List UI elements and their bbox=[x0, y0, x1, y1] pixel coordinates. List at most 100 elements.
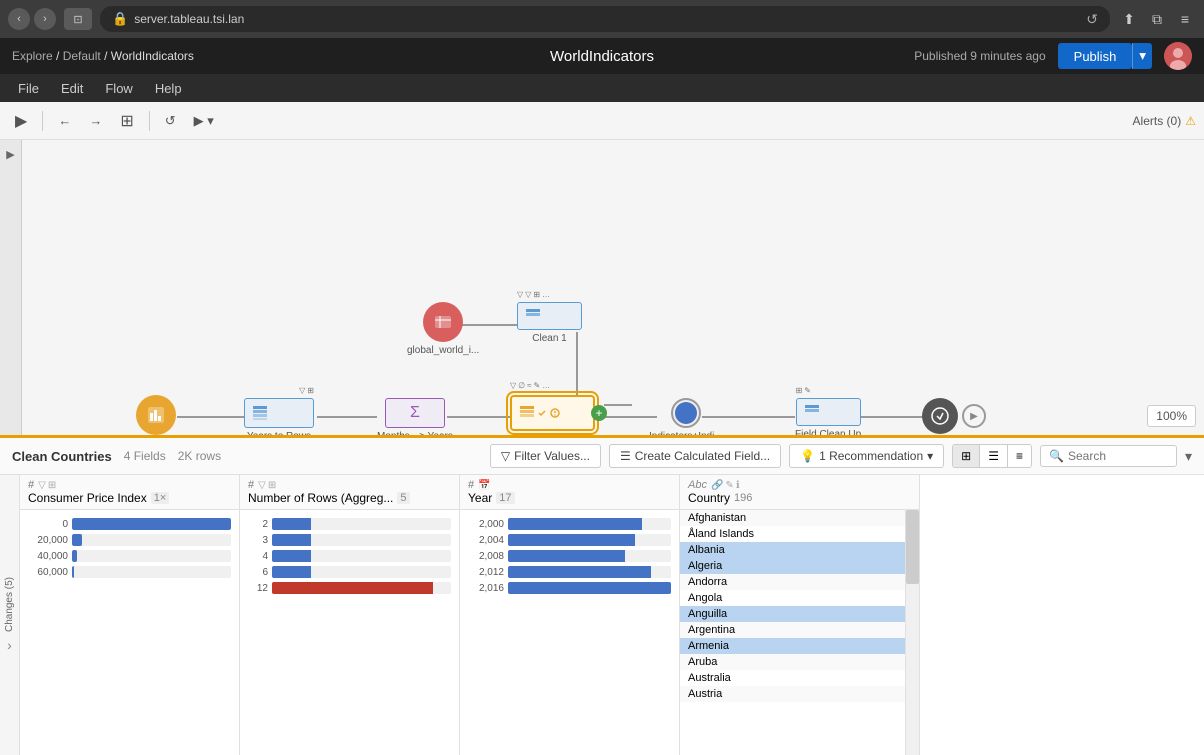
node-field-clean-label: Field Clean Up bbox=[795, 429, 861, 435]
node-clean-1[interactable]: ▽▽⊞… Clean 1 bbox=[517, 302, 582, 344]
view-detail-button[interactable]: ≡ bbox=[1008, 445, 1031, 467]
bar-label-0: 0 bbox=[28, 519, 68, 530]
node-clean-1-label: Clean 1 bbox=[532, 333, 566, 344]
col-header-consumer: # ▽ ⊞ Consumer Price Index 1× bbox=[20, 475, 239, 510]
url-text: server.tableau.tsi.lan bbox=[134, 12, 244, 26]
numrow-label-3: 3 bbox=[248, 535, 268, 546]
app-header: Explore / Default / WorldIndicators Worl… bbox=[0, 38, 1204, 74]
breadcrumb-default[interactable]: Default bbox=[63, 49, 101, 63]
col-content-year: 2,000 2,004 bbox=[460, 510, 679, 755]
country-scrollbar[interactable] bbox=[905, 510, 919, 755]
year-fill-2012 bbox=[508, 566, 651, 578]
country-australia[interactable]: Australia bbox=[680, 670, 905, 686]
node-field-clean[interactable]: ⊞✎ Field Clean Up bbox=[795, 398, 861, 435]
avatar bbox=[1164, 42, 1192, 70]
node-months-years[interactable]: Σ Months --> Years bbox=[377, 398, 453, 435]
alerts-label: Alerts (0) bbox=[1133, 114, 1182, 128]
share-button[interactable]: ⬆ bbox=[1118, 8, 1140, 30]
year-container-2000 bbox=[508, 518, 671, 530]
back-button[interactable]: ← bbox=[51, 108, 78, 133]
search-input[interactable] bbox=[1068, 449, 1168, 463]
recommendation-button[interactable]: 💡 1 Recommendation ▾ bbox=[789, 444, 944, 468]
left-sidebar-toggle[interactable]: ▶ bbox=[0, 140, 22, 435]
address-bar[interactable]: 🔒 server.tableau.tsi.lan ↺ bbox=[100, 6, 1110, 32]
app-title: WorldIndicators bbox=[550, 48, 654, 65]
bar-container-2 bbox=[72, 550, 231, 562]
browser-nav: ‹ › bbox=[8, 8, 56, 30]
col-icon-info: ℹ bbox=[736, 480, 740, 491]
flow-canvas[interactable]: ConsumerPrice... ▽⊞ Years to Rows bbox=[22, 140, 1204, 435]
col-header-country: Abc 🔗 ✎ ℹ Country 196 bbox=[680, 475, 919, 510]
refresh-button[interactable]: ↺ bbox=[158, 108, 183, 134]
panel-collapse-button[interactable]: ▾ bbox=[1185, 448, 1192, 465]
panel-actions: ▽ Filter Values... ☰ Create Calculated F… bbox=[490, 444, 1192, 468]
country-angola[interactable]: Angola bbox=[680, 590, 905, 606]
bar-row-2: 40,000 bbox=[28, 550, 231, 562]
col-type-numrows: # bbox=[248, 479, 254, 491]
window-button[interactable]: ⧉ bbox=[1146, 8, 1168, 30]
country-austria[interactable]: Austria bbox=[680, 686, 905, 702]
bar-fill-0 bbox=[72, 518, 231, 530]
menu-help[interactable]: Help bbox=[145, 78, 192, 99]
country-afghanistan[interactable]: Afghanistan bbox=[680, 510, 905, 526]
node-consumer-price[interactable]: ConsumerPrice... bbox=[117, 395, 194, 435]
menu-flow[interactable]: Flow bbox=[95, 78, 142, 99]
toolbar-separator-1 bbox=[42, 111, 43, 131]
layout-button[interactable]: ⊞ bbox=[113, 106, 140, 136]
run-button[interactable]: ▶ ▾ bbox=[187, 108, 221, 134]
menu-button[interactable]: ≡ bbox=[1174, 8, 1196, 30]
menu-edit[interactable]: Edit bbox=[51, 78, 93, 99]
view-list-button[interactable]: ☰ bbox=[980, 445, 1008, 467]
changes-label: Changes (5) bbox=[4, 577, 15, 632]
breadcrumb-explore[interactable]: Explore bbox=[12, 49, 53, 63]
country-aruba[interactable]: Aruba bbox=[680, 654, 905, 670]
filter-values-button[interactable]: ▽ Filter Values... bbox=[490, 444, 601, 468]
col-count-country: 196 bbox=[734, 492, 752, 504]
node-output[interactable]: ▶ Output bbox=[922, 398, 986, 435]
node-years-to-rows[interactable]: ▽⊞ Years to Rows bbox=[244, 398, 314, 435]
country-andorra[interactable]: Andorra bbox=[680, 574, 905, 590]
menu-file[interactable]: File bbox=[8, 78, 49, 99]
col-header-numrows: # ▽ ⊞ Number of Rows (Aggreg... 5 bbox=[240, 475, 459, 510]
country-algeria[interactable]: Algeria bbox=[680, 558, 905, 574]
country-aland[interactable]: Åland Islands bbox=[680, 526, 905, 542]
node-clean-countries[interactable]: ▽∅≈✎… + Clean Countries bbox=[510, 395, 595, 435]
tab-icon-button[interactable]: ⊡ bbox=[64, 8, 92, 30]
year-container-2004 bbox=[508, 534, 671, 546]
bar-label-2: 40,000 bbox=[28, 551, 68, 562]
flow-connectors bbox=[22, 140, 1204, 435]
publish-dropdown-button[interactable]: ▾ bbox=[1132, 43, 1152, 69]
country-armenia[interactable]: Armenia bbox=[680, 638, 905, 654]
country-anguilla[interactable]: Anguilla bbox=[680, 606, 905, 622]
year-bar-2012: 2,012 bbox=[468, 566, 671, 578]
country-albania[interactable]: Albania bbox=[680, 542, 905, 558]
node-global-world[interactable]: global_world_i... bbox=[407, 302, 479, 356]
reload-icon[interactable]: ↺ bbox=[1086, 11, 1098, 28]
forward-button[interactable]: → bbox=[82, 108, 109, 133]
sidebar-toggle-button[interactable]: ▶ bbox=[8, 106, 34, 136]
view-grid-button[interactable]: ⊞ bbox=[953, 445, 980, 467]
bar-label-3: 60,000 bbox=[28, 567, 68, 578]
panel-rows: 2K rows bbox=[178, 449, 221, 463]
year-fill-2008 bbox=[508, 550, 625, 562]
col-suffix-consumer: 1× bbox=[151, 492, 170, 504]
col-suffix-year: 17 bbox=[496, 492, 514, 504]
view-buttons: ⊞ ☰ ≡ bbox=[952, 444, 1032, 468]
changes-sidebar[interactable]: Changes (5) › bbox=[0, 475, 20, 755]
col-name-year: Year bbox=[468, 491, 492, 505]
col-icon-edit: ✎ bbox=[725, 480, 733, 491]
nav-forward-button[interactable]: › bbox=[34, 8, 56, 30]
numrow-fill-12 bbox=[272, 582, 433, 594]
year-container-2016 bbox=[508, 582, 671, 594]
nav-back-button[interactable]: ‹ bbox=[8, 8, 30, 30]
bar-container-1 bbox=[72, 534, 231, 546]
sidebar-arrow-icon: ▶ bbox=[6, 148, 14, 161]
node-indicators[interactable]: Indicators+Indi... bbox=[649, 398, 723, 435]
data-columns: # ▽ ⊞ Consumer Price Index 1× bbox=[20, 475, 1204, 755]
year-label-2008: 2,008 bbox=[468, 551, 504, 562]
publish-button[interactable]: Publish bbox=[1058, 43, 1133, 69]
calculated-field-button[interactable]: ☰ Create Calculated Field... bbox=[609, 444, 781, 468]
browser-actions: ⬆ ⧉ ≡ bbox=[1118, 8, 1196, 30]
country-argentina[interactable]: Argentina bbox=[680, 622, 905, 638]
node-years-label: Years to Rows bbox=[247, 431, 311, 435]
